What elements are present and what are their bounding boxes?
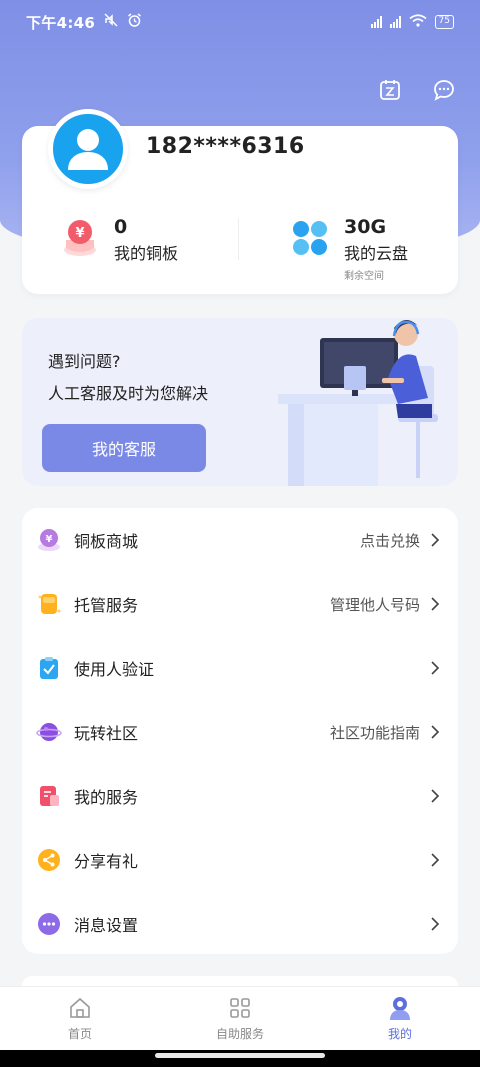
clover-cloud-icon (288, 216, 332, 260)
message-icon (36, 911, 62, 937)
cloud-label: 我的云盘 (344, 244, 409, 263)
chevron-right-icon (431, 789, 440, 803)
sim-card-icon (36, 591, 62, 617)
service-answer: 人工客服及时为您解决 (48, 384, 209, 403)
service-agent-illustration (278, 320, 438, 486)
tab-mine[interactable]: 我的 (320, 987, 480, 1050)
home-indicator[interactable] (155, 1053, 325, 1058)
chevron-right-icon (431, 853, 440, 867)
calendar-icon[interactable] (378, 78, 402, 102)
home-icon (67, 995, 93, 1021)
mute-icon (103, 13, 119, 31)
menu-item-hosting[interactable]: 托管服务 管理他人号码 (22, 572, 458, 636)
status-time: 下午4:46 (26, 13, 96, 32)
top-actions (378, 78, 456, 102)
menu-item-share[interactable]: 分享有礼 (22, 828, 458, 892)
copper-label: 我的铜板 (114, 244, 179, 263)
avatar[interactable] (48, 109, 128, 189)
menu-label: 使用人验证 (74, 660, 155, 679)
menu-label: 托管服务 (74, 596, 139, 615)
copper-stat[interactable]: ¥ 0 我的铜板 (58, 216, 178, 264)
phone-number: 182****6316 (146, 134, 305, 159)
coin-shop-icon: ¥ (36, 527, 62, 553)
share-icon (36, 847, 62, 873)
menu-label: 玩转社区 (74, 724, 139, 743)
menu-item-message-settings[interactable]: 消息设置 (22, 892, 458, 956)
user-avatar-icon (68, 129, 108, 170)
system-nav-area (0, 1050, 480, 1067)
tab-label: 自助服务 (215, 1027, 264, 1041)
battery-icon: 75 (434, 15, 454, 29)
tab-home[interactable]: 首页 (0, 987, 160, 1050)
signal-icon-2 (389, 16, 401, 28)
cloud-value: 30G (344, 216, 387, 238)
menu-extra: 管理他人号码 (329, 595, 420, 614)
menu-extra: 点击兑换 (359, 531, 420, 550)
signal-icon (370, 16, 382, 28)
cloud-stat[interactable]: 30G 我的云盘 剩余空间 (288, 216, 408, 282)
menu-item-user-verify[interactable]: 使用人验证 (22, 636, 458, 700)
menu-label: 我的服务 (74, 788, 139, 807)
alarm-icon (127, 12, 142, 32)
customer-service-card: 遇到问题? 人工客服及时为您解决 我的客服 (22, 318, 458, 486)
service-question: 遇到问题? (48, 352, 121, 371)
menu-list: ¥ 铜板商城 点击兑换 托管服务 管理他人号码 使用人验证 玩转社区 社区功能指… (22, 508, 458, 954)
copper-value: 0 (114, 216, 128, 238)
copper-coin-icon: ¥ (58, 216, 102, 260)
chat-icon[interactable] (432, 78, 456, 102)
status-bar: 下午4:46 75 (0, 0, 480, 44)
grid-icon (227, 995, 253, 1021)
service-doc-icon (36, 783, 62, 809)
menu-label: 铜板商城 (74, 532, 139, 551)
profile-card: 182****6316 ¥ 0 我的铜板 30G 我的云盘 剩余空间 (22, 109, 458, 294)
stats-divider (238, 218, 239, 260)
menu-label: 分享有礼 (74, 852, 139, 871)
wifi-icon (409, 13, 427, 31)
tab-label: 首页 (67, 1027, 92, 1041)
menu-item-my-services[interactable]: 我的服务 (22, 764, 458, 828)
bottom-tab-bar: 首页 自助服务 我的 (0, 986, 480, 1050)
chevron-right-icon (431, 661, 440, 675)
tab-label: 我的 (387, 1027, 412, 1041)
chevron-right-icon (431, 917, 440, 931)
menu-label: 消息设置 (74, 916, 139, 935)
menu-item-copper-shop[interactable]: ¥ 铜板商城 点击兑换 (22, 508, 458, 572)
svg-text:¥: ¥ (46, 534, 53, 545)
my-service-button[interactable]: 我的客服 (42, 424, 206, 472)
chevron-right-icon (431, 533, 440, 547)
chevron-right-icon (431, 597, 440, 611)
cloud-sub: 剩余空间 (344, 271, 384, 282)
user-icon (387, 995, 413, 1021)
menu-item-community[interactable]: 玩转社区 社区功能指南 (22, 700, 458, 764)
menu-extra: 社区功能指南 (329, 723, 420, 742)
verify-check-icon (36, 655, 62, 681)
tab-self-service[interactable]: 自助服务 (160, 987, 320, 1050)
svg-text:¥: ¥ (75, 226, 84, 241)
planet-icon (36, 719, 62, 745)
chevron-right-icon (431, 725, 440, 739)
